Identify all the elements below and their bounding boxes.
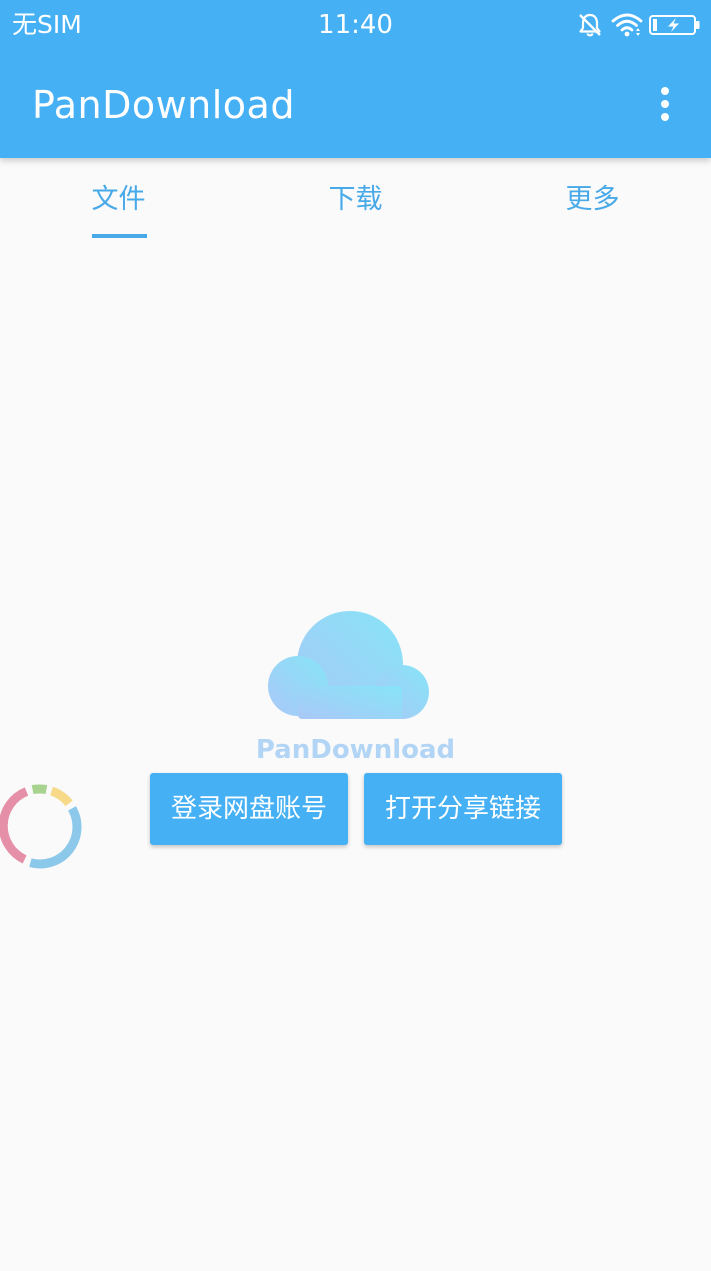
status-icons — [577, 12, 701, 38]
action-buttons: 登录网盘账号 打开分享链接 — [150, 773, 562, 845]
more-options-button[interactable] — [639, 80, 691, 132]
app-title: PanDownload — [32, 83, 295, 127]
app-bar: 无SIM 11:40 PanDownload — [0, 0, 711, 158]
login-account-button[interactable]: 登录网盘账号 — [150, 773, 348, 845]
alarm-off-icon — [577, 12, 603, 38]
tab-more[interactable]: 更多 — [474, 158, 711, 240]
tab-downloads[interactable]: 下载 — [237, 158, 474, 240]
loading-spinner-icon — [0, 784, 82, 869]
status-bar: 无SIM 11:40 — [0, 0, 711, 50]
wifi-icon — [611, 12, 643, 38]
empty-state: PanDownload — [0, 610, 711, 780]
open-share-link-button[interactable]: 打开分享链接 — [364, 773, 562, 845]
battery-charging-icon — [649, 14, 701, 36]
empty-state-label: PanDownload — [255, 735, 456, 765]
more-vert-icon — [659, 86, 671, 126]
tab-bar: 文件 下载 更多 — [0, 158, 711, 240]
cloud-icon — [268, 611, 429, 719]
tab-files[interactable]: 文件 — [0, 158, 237, 240]
